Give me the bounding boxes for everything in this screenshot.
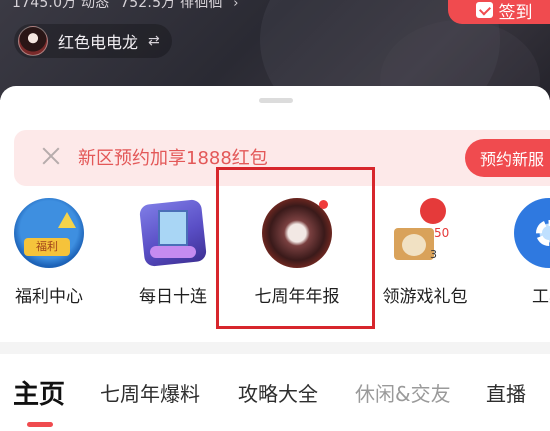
shortcut-label: 工具 xyxy=(532,287,550,307)
calendar-check-icon xyxy=(475,2,493,18)
tab-anniversary-news[interactable]: 七周年爆料 xyxy=(100,378,200,407)
shortcut-label: 领游戏礼包 xyxy=(382,287,468,307)
chevron-right-icon: › xyxy=(233,0,239,11)
tab-guides[interactable]: 攻略大全 xyxy=(238,378,318,407)
tab-home[interactable]: 主页 xyxy=(13,374,65,411)
checkin-label: 签到 xyxy=(498,2,533,23)
profile-stats: 1745.0万 动态 752.5万 徘徊徊 › xyxy=(12,0,245,12)
reserve-new-server-button[interactable]: 预约新服 xyxy=(465,139,550,177)
tab-live[interactable]: 直播 xyxy=(486,378,526,407)
welfare-center-icon: 福利 xyxy=(14,198,84,268)
account-switcher[interactable]: 红色电电龙 ⇄ xyxy=(14,24,172,58)
shortcut-label: 福利中心 xyxy=(15,287,83,307)
shortcut-welfare-center[interactable]: 福利 福利中心 xyxy=(0,198,109,307)
shortcut-daily-ten-pull[interactable]: 每日十连 xyxy=(113,198,233,307)
username: 红色电电龙 xyxy=(58,33,139,52)
daily-ten-pull-icon xyxy=(138,198,208,268)
section-divider xyxy=(0,342,550,354)
gift-count-50: 50 xyxy=(434,226,450,240)
shortcut-tools[interactable]: 工具 xyxy=(489,198,550,307)
shortcut-label: 每日十连 xyxy=(139,287,207,307)
profile-header: 1745.0万 动态 752.5万 徘徊徊 › 红色电电龙 ⇄ 签到 xyxy=(0,0,550,100)
close-icon[interactable] xyxy=(40,145,62,167)
switch-account-icon: ⇄ xyxy=(148,33,160,49)
tab-bar: 主页 七周年爆料 攻略大全 休闲&交友 直播 xyxy=(0,360,550,427)
game-gift-pack-icon: 50 3 xyxy=(390,198,460,268)
drag-handle[interactable] xyxy=(259,98,293,103)
welfare-badge: 福利 xyxy=(24,238,70,256)
tools-icon xyxy=(514,198,550,268)
active-tab-indicator xyxy=(27,422,53,427)
fans-count[interactable]: 752.5万 徘徊徊 xyxy=(120,0,223,11)
checkin-button[interactable]: 签到 xyxy=(448,0,550,24)
tab-leisure-social[interactable]: 休闲&交友 xyxy=(355,378,451,407)
shortcut-game-gift-pack[interactable]: 50 3 领游戏礼包 xyxy=(365,198,485,307)
dynamic-count[interactable]: 1745.0万 动态 xyxy=(12,0,109,11)
highlight-frame xyxy=(216,167,375,329)
gift-count-3: 3 xyxy=(430,248,437,261)
avatar xyxy=(18,26,48,56)
